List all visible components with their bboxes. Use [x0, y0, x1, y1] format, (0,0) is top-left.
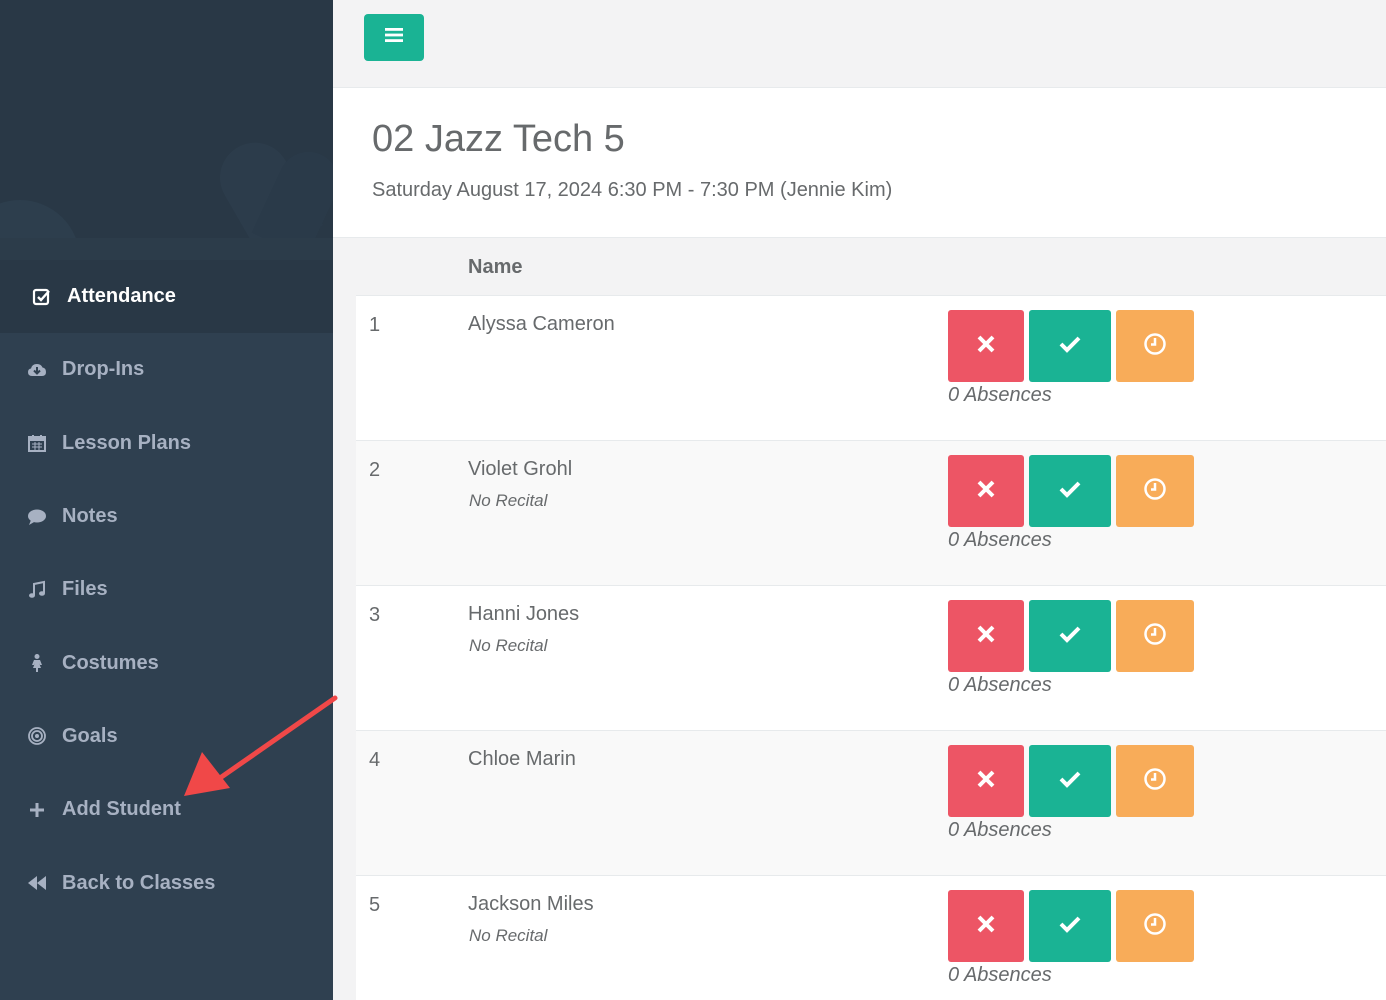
mark-present-button[interactable]: [1029, 455, 1111, 527]
absence-count: 0 Absences: [948, 819, 1052, 841]
table-row: 4 Chloe Marin 0 Absences: [356, 731, 1386, 876]
clock-icon: [1143, 912, 1167, 941]
student-note: No Recital: [469, 636, 548, 655]
check-icon: [1058, 912, 1082, 941]
clock-icon: [1143, 622, 1167, 651]
calendar-icon: [26, 432, 48, 454]
clock-icon: [1143, 477, 1167, 506]
absence-count: 0 Absences: [948, 964, 1052, 986]
clock-icon: [1143, 332, 1167, 361]
student-note: No Recital: [469, 491, 548, 510]
sidebar-item-costumes[interactable]: Costumes: [0, 626, 333, 699]
column-header-name: Name: [468, 256, 523, 278]
backward-icon: [26, 872, 48, 894]
attendance-buttons: [948, 600, 1194, 672]
attendance-buttons: [948, 745, 1194, 817]
times-icon: [974, 767, 998, 796]
female-icon: [26, 652, 48, 674]
sidebar-nav: Attendance Drop-Ins Lesson Plans Notes F…: [0, 260, 333, 920]
music-icon: [26, 579, 48, 601]
cloud-download-icon: [26, 359, 48, 381]
mark-absent-button[interactable]: [948, 890, 1024, 962]
page-title: 02 Jazz Tech 5: [372, 118, 625, 160]
bullseye-icon: [26, 725, 48, 747]
row-number: 1: [369, 314, 381, 336]
student-note: No Recital: [469, 926, 548, 945]
page-heading: 02 Jazz Tech 5 Saturday August 17, 2024 …: [333, 88, 1386, 238]
mark-absent-button[interactable]: [948, 745, 1024, 817]
mark-absent-button[interactable]: [948, 455, 1024, 527]
times-icon: [974, 622, 998, 651]
check-icon: [1058, 477, 1082, 506]
sidebar-item-label: Add Student: [62, 798, 181, 821]
plus-icon: [26, 799, 48, 821]
table-row: 2 Violet Grohl No Recital 0 Absences: [356, 441, 1386, 586]
absence-count: 0 Absences: [948, 384, 1052, 406]
check-icon: [1058, 767, 1082, 796]
table-row: 5 Jackson Miles No Recital 0 Absences: [356, 876, 1386, 1000]
sidebar-item-attendance[interactable]: Attendance: [0, 260, 333, 334]
row-number: 5: [369, 894, 381, 916]
top-navbar: [333, 0, 1386, 88]
sidebar-item-goals[interactable]: Goals: [0, 700, 333, 773]
sidebar-item-label: Goals: [62, 724, 118, 747]
student-name: Violet Grohl: [468, 458, 573, 480]
student-name: Jackson Miles: [468, 893, 594, 915]
table-row: 3 Hanni Jones No Recital 0 Absences: [356, 586, 1386, 731]
check-icon: [1058, 622, 1082, 651]
mark-present-button[interactable]: [1029, 745, 1111, 817]
table-row: 1 Alyssa Cameron 0 Absences: [356, 296, 1386, 441]
student-name: Chloe Marin: [468, 748, 576, 770]
mark-late-button[interactable]: [1116, 745, 1194, 817]
sidebar-item-lesson-plans[interactable]: Lesson Plans: [0, 407, 333, 480]
mark-absent-button[interactable]: [948, 310, 1024, 382]
clock-icon: [1143, 767, 1167, 796]
sidebar-item-label: Drop-Ins: [62, 358, 145, 381]
sidebar-item-add-student[interactable]: Add Student: [0, 773, 333, 846]
bars-icon: [384, 26, 404, 49]
check-icon: [1058, 332, 1082, 361]
row-number: 2: [369, 459, 381, 481]
mark-late-button[interactable]: [1116, 890, 1194, 962]
mark-late-button[interactable]: [1116, 310, 1194, 382]
sidebar-item-label: Files: [62, 578, 108, 601]
mark-late-button[interactable]: [1116, 455, 1194, 527]
attendance-buttons: [948, 455, 1194, 527]
menu-toggle-button[interactable]: [364, 14, 424, 61]
absence-count: 0 Absences: [948, 529, 1052, 551]
table-header: Name: [356, 238, 1386, 296]
student-name: Alyssa Cameron: [468, 313, 615, 335]
sidebar-item-drop-ins[interactable]: Drop-Ins: [0, 333, 333, 406]
check-square-icon: [31, 286, 53, 308]
mark-late-button[interactable]: [1116, 600, 1194, 672]
mark-present-button[interactable]: [1029, 310, 1111, 382]
absence-count: 0 Absences: [948, 674, 1052, 696]
sidebar-item-label: Notes: [62, 505, 118, 528]
sidebar-item-files[interactable]: Files: [0, 553, 333, 626]
attendance-table: Name 1 Alyssa Cameron 0 Absences 2 Viole…: [356, 238, 1386, 1000]
attendance-buttons: [948, 310, 1194, 382]
times-icon: [974, 912, 998, 941]
mark-present-button[interactable]: [1029, 600, 1111, 672]
sidebar-profile-header: [0, 0, 333, 238]
sidebar-item-notes[interactable]: Notes: [0, 480, 333, 553]
sidebar-item-back-to-classes[interactable]: Back to Classes: [0, 846, 333, 919]
student-name: Hanni Jones: [468, 603, 580, 625]
times-icon: [974, 332, 998, 361]
sidebar-item-label: Costumes: [62, 651, 159, 674]
sidebar-item-label: Lesson Plans: [62, 431, 191, 454]
mark-present-button[interactable]: [1029, 890, 1111, 962]
times-icon: [974, 477, 998, 506]
row-number: 4: [369, 749, 381, 771]
class-schedule: Saturday August 17, 2024 6:30 PM - 7:30 …: [372, 179, 893, 201]
row-number: 3: [369, 604, 381, 626]
attendance-buttons: [948, 890, 1194, 962]
sidebar-item-label: Attendance: [67, 285, 176, 308]
sidebar: Attendance Drop-Ins Lesson Plans Notes F…: [0, 0, 333, 1000]
mark-absent-button[interactable]: [948, 600, 1024, 672]
sidebar-item-label: Back to Classes: [62, 871, 216, 894]
comment-icon: [26, 506, 48, 528]
